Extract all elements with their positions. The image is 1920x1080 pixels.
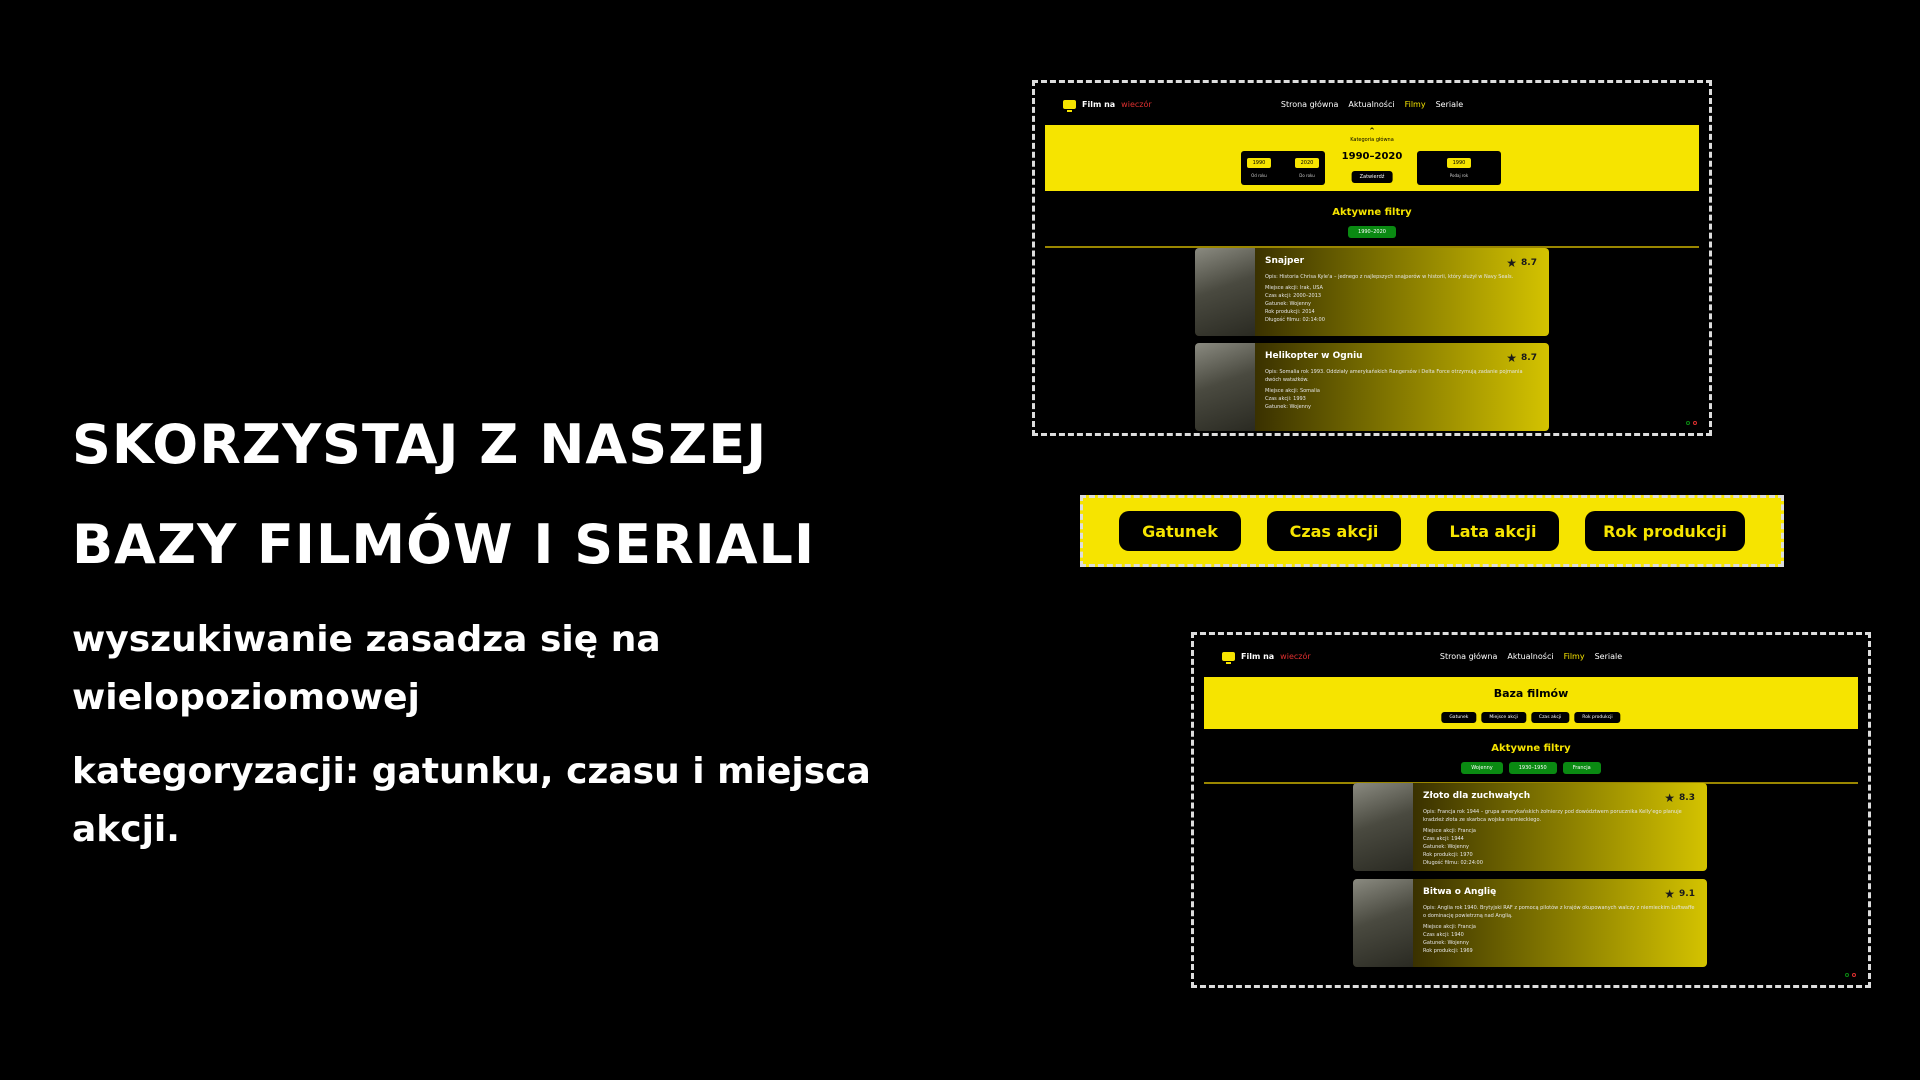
movie-field: Gatunek: Wojenny <box>1265 404 1311 410</box>
movie-field: Gatunek: Wojenny <box>1265 301 1311 307</box>
hero-heading-line1: Skorzystaj z naszej <box>72 413 768 476</box>
logo-accent: wieczór <box>1280 651 1311 661</box>
nav-news[interactable]: Aktualności <box>1348 100 1394 109</box>
panel-button-place[interactable]: Miejsce akcji <box>1481 712 1526 723</box>
status-dots <box>1686 421 1697 425</box>
status-dots <box>1845 973 1856 977</box>
navbar: Film na wieczór Strona główna Aktualnośc… <box>1194 635 1868 677</box>
logo-text: Film na <box>1082 99 1116 109</box>
movie-desc: Opis: Francja rok 1944 – grupa amerykańs… <box>1423 809 1682 823</box>
category-label: Kategoria główna <box>1350 137 1394 143</box>
movie-card[interactable]: ★ 8.7 Snajper Opis: Historia Chrisa Kyle'… <box>1195 248 1549 336</box>
nav-home[interactable]: Strona główna <box>1281 100 1339 109</box>
nav-movies[interactable]: Filmy <box>1564 652 1585 661</box>
filter-chip[interactable]: 1930–1950 <box>1508 762 1557 774</box>
movie-desc: Opis: Anglia rok 1940. Brytyjski RAF z p… <box>1423 905 1695 919</box>
movie-title: Snajper <box>1265 256 1305 266</box>
year-range-box: 1990 Od roku 2020 Do roku <box>1241 151 1325 185</box>
movie-poster <box>1195 248 1255 336</box>
panel-button-time[interactable]: Czas akcji <box>1530 712 1570 723</box>
movie-field: Długość filmu: 02:14:00 <box>1265 317 1325 323</box>
movie-poster <box>1195 343 1255 431</box>
panel-button-genre[interactable]: Gatunek <box>1441 712 1477 723</box>
movie-field: Miejsce akcji: Francja <box>1423 924 1476 930</box>
active-filters: Wojenny 1930–1950 Francja <box>1194 762 1868 774</box>
database-panel: Baza filmów Gatunek Miejsce akcji Czas a… <box>1204 677 1858 729</box>
movie-card[interactable]: ★ 8.3 Złoto dla zuchwałych Opis: Francja … <box>1353 783 1707 871</box>
movie-field: Miejsce akcji: Francja <box>1423 828 1476 834</box>
single-year-input[interactable]: 1990 <box>1447 158 1471 168</box>
nav-menu: Strona główna Aktualności Filmy Seriale <box>1281 100 1463 109</box>
hero: Skorzystaj z naszej bazy filmów i serial… <box>72 395 892 859</box>
movie-poster <box>1353 783 1413 871</box>
approve-button[interactable]: Zatwierdź <box>1351 171 1393 183</box>
movie-field: Miejsce akcji: Irak, USA <box>1265 285 1323 291</box>
single-year-box: 1990 Podaj rok <box>1417 151 1501 185</box>
movie-field: Gatunek: Wojenny <box>1423 940 1469 946</box>
movie-title: Złoto dla zuchwałych <box>1423 791 1531 801</box>
panel-button-production-year[interactable]: Rok produkcji <box>1574 712 1621 723</box>
hero-subtitle-line2: kategoryzacji: gatunku, czasu i miejsca … <box>72 751 871 850</box>
selected-range: 1990–2020 <box>1341 151 1403 162</box>
movie-field: Miejsce akcji: Somalia <box>1265 388 1320 394</box>
movie-field: Czas akcji: 1944 <box>1423 836 1464 842</box>
filter-chip[interactable]: Francja <box>1562 762 1601 774</box>
movie-field: Czas akcji: 1993 <box>1265 396 1306 402</box>
movie-poster <box>1353 879 1413 967</box>
movie-card[interactable]: ★ 8.7 Helikopter w Ogniu Opis: Somalia ro… <box>1195 343 1549 431</box>
category-button-time[interactable]: Czas akcji <box>1267 511 1401 551</box>
movie-field: Gatunek: Wojenny <box>1423 844 1469 850</box>
movie-title: Bitwa o Anglię <box>1423 887 1497 897</box>
filter-chip[interactable]: Wojenny <box>1461 762 1503 774</box>
active-filters-title: Aktywne filtry <box>1491 743 1571 754</box>
screenshot-movie-database: Film na wieczór Strona główna Aktualnośc… <box>1191 632 1871 988</box>
year-to-input[interactable]: 2020 <box>1295 158 1319 168</box>
nav-news[interactable]: Aktualności <box>1507 652 1553 661</box>
hero-subtitle-line1: wyszukiwanie zasadza się na wielopoziomo… <box>72 619 661 718</box>
logo[interactable]: Film na wieczór <box>1063 99 1152 112</box>
nav-series[interactable]: Seriale <box>1436 100 1464 109</box>
movie-field: Rok produkcji: 2014 <box>1265 309 1315 315</box>
category-button-genre[interactable]: Gatunek <box>1119 511 1241 551</box>
active-filters: 1990–2020 <box>1035 226 1709 238</box>
navbar: Film na wieczór Strona główna Aktualnośc… <box>1035 83 1709 125</box>
year-from-label: Od roku <box>1251 173 1267 178</box>
category-button-production-year[interactable]: Rok produkcji <box>1585 511 1745 551</box>
red-dot-icon <box>1693 421 1697 425</box>
nav-series[interactable]: Seriale <box>1595 652 1623 661</box>
nav-home[interactable]: Strona główna <box>1440 652 1498 661</box>
movie-desc: Opis: Historia Chrisa Kyle'a – jednego z… <box>1265 274 1514 280</box>
filter-chip[interactable]: 1990–2020 <box>1348 226 1396 238</box>
single-year-label: Podaj rok <box>1449 173 1469 178</box>
page-title: Baza filmów <box>1493 687 1569 700</box>
year-from-input[interactable]: 1990 <box>1247 158 1271 168</box>
movie-desc: Opis: Somalia rok 1993. Oddziały ameryka… <box>1265 369 1523 383</box>
logo-text: Film na <box>1241 651 1275 661</box>
movie-field: Długość filmu: 02:24:00 <box>1423 860 1483 866</box>
category-buttons: Gatunek Miejsce akcji Czas akcji Rok pro… <box>1441 712 1621 723</box>
logo-accent: wieczór <box>1121 99 1152 109</box>
filter-panel: ⌃ Kategoria główna 1990 Od roku 2020 Do … <box>1045 125 1699 191</box>
movie-field: Rok produkcji: 1970 <box>1423 852 1473 858</box>
hero-heading-line2: bazy filmów i seriali <box>72 513 816 576</box>
tv-icon <box>1222 651 1235 664</box>
active-filters-title: Aktywne filtry <box>1332 207 1412 218</box>
category-button-years[interactable]: Lata akcji <box>1427 511 1559 551</box>
nav-movies[interactable]: Filmy <box>1405 100 1426 109</box>
year-to-label: Do roku <box>1299 173 1315 178</box>
green-dot-icon <box>1686 421 1690 425</box>
green-dot-icon <box>1845 973 1849 977</box>
logo[interactable]: Film na wieczór <box>1222 651 1311 664</box>
red-dot-icon <box>1852 973 1856 977</box>
screenshot-year-filter: Film na wieczór Strona główna Aktualnośc… <box>1032 80 1712 436</box>
nav-menu: Strona główna Aktualności Filmy Seriale <box>1440 652 1622 661</box>
movie-field: Czas akcji: 2000–2013 <box>1265 293 1322 299</box>
movie-field: Czas akcji: 1940 <box>1423 932 1464 938</box>
tv-icon <box>1063 99 1076 112</box>
category-buttons: Gatunek Czas akcji Lata akcji Rok produk… <box>1080 495 1784 567</box>
movie-card[interactable]: ★ 9.1 Bitwa o Anglię Opis: Anglia rok 194… <box>1353 879 1707 967</box>
chevron-up-icon[interactable]: ⌃ <box>1368 127 1376 137</box>
movie-title: Helikopter w Ogniu <box>1265 351 1363 361</box>
movie-field: Rok produkcji: 1969 <box>1423 948 1473 954</box>
